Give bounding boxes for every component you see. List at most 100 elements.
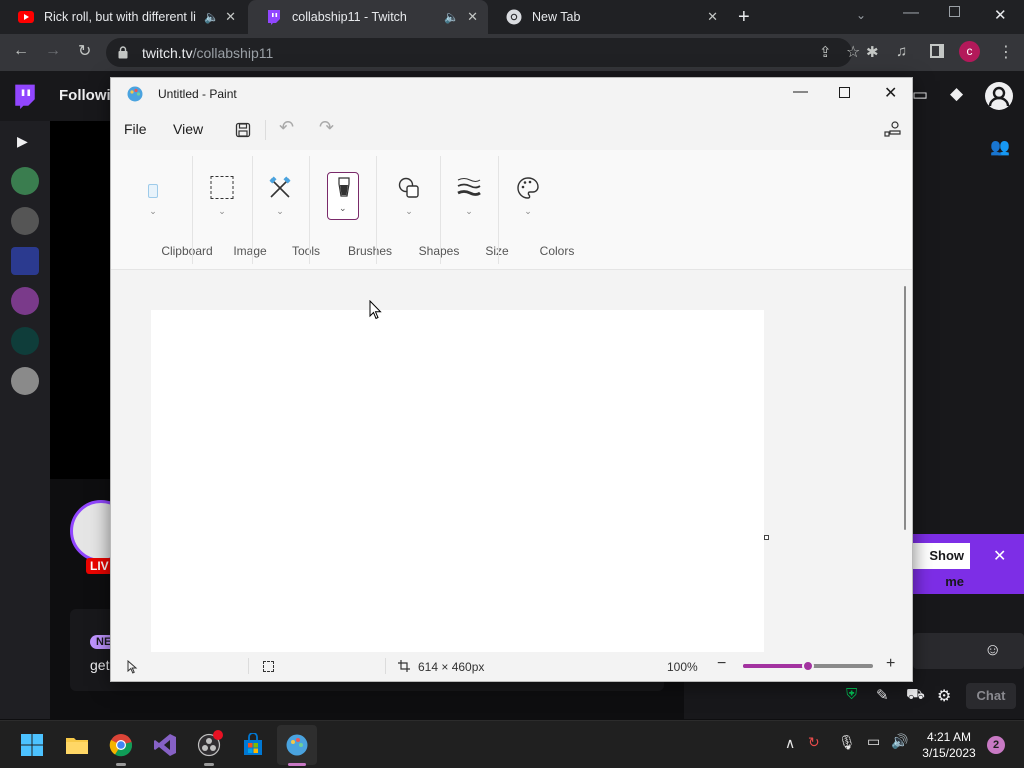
chrome-icon bbox=[506, 9, 522, 25]
profile-avatar[interactable]: c bbox=[959, 41, 980, 62]
paint-minimize-button[interactable]: — bbox=[793, 83, 808, 100]
browser-tab-bar: Rick roll, but with different li 🔈 ✕ col… bbox=[0, 0, 1024, 34]
file-explorer-icon[interactable] bbox=[65, 733, 89, 757]
sync-icon[interactable]: ↻ bbox=[808, 734, 820, 751]
forward-button[interactable]: → bbox=[45, 42, 61, 60]
paint-taskbar-icon[interactable] bbox=[285, 733, 309, 757]
selection-size-icon bbox=[263, 661, 274, 672]
whispers-icon[interactable]: ▭ bbox=[912, 85, 928, 105]
media-control-icon[interactable]: ♫ bbox=[896, 43, 907, 60]
followed-channels-icon[interactable]: ▶ bbox=[17, 133, 28, 150]
network-icon[interactable]: ▭ bbox=[867, 733, 880, 750]
vertical-scrollbar[interactable] bbox=[898, 270, 912, 652]
chat-input[interactable]: ☺ bbox=[913, 633, 1024, 669]
tab-twitch[interactable]: collabship11 - Twitch 🔈 ✕ bbox=[248, 0, 488, 34]
microsoft-store-icon[interactable] bbox=[241, 733, 265, 757]
restore-button[interactable] bbox=[949, 6, 960, 17]
tab-new-tab[interactable]: New Tab ✕ bbox=[488, 0, 728, 34]
close-tab-icon[interactable]: ✕ bbox=[225, 9, 236, 25]
chrome-taskbar-icon[interactable] bbox=[109, 733, 133, 757]
shapes-group[interactable]: ⌄ Shapes bbox=[379, 150, 459, 270]
close-window-button[interactable]: ✕ bbox=[994, 6, 1007, 24]
paint-window: Untitled - Paint — ✕ File View ↶ ↷ ⌄ Cli… bbox=[110, 77, 913, 682]
ribbon-divider bbox=[309, 156, 310, 264]
speaker-icon[interactable]: 🔈 bbox=[444, 10, 459, 24]
channel-avatar[interactable] bbox=[11, 247, 39, 275]
channel-avatar[interactable] bbox=[11, 367, 39, 395]
microphone-icon[interactable]: 🎙 bbox=[838, 734, 856, 751]
zoom-slider-thumb[interactable] bbox=[802, 660, 814, 672]
zoom-slider[interactable] bbox=[743, 660, 873, 672]
windows-taskbar: ∧ ↻ 🎙 ▭ 🔊 4:21 AM 3/15/2023 2 bbox=[0, 720, 1024, 768]
show-me-button[interactable]: Show me bbox=[913, 543, 970, 589]
recording-badge bbox=[213, 730, 223, 740]
channel-avatar[interactable] bbox=[11, 167, 39, 195]
shield-icon[interactable]: ⛨ bbox=[846, 686, 857, 703]
tools-group[interactable]: ⌄ Tools bbox=[254, 150, 320, 270]
tab-search-icon[interactable]: ⌄ bbox=[856, 8, 866, 22]
canvas-area bbox=[111, 270, 912, 652]
back-button[interactable]: ← bbox=[13, 42, 29, 60]
image-group[interactable]: ⌄ Image bbox=[194, 150, 267, 270]
size-group[interactable]: ⌄ Size bbox=[441, 150, 509, 270]
twitch-logo-icon[interactable] bbox=[12, 83, 38, 109]
browser-menu-icon[interactable]: ⋮ bbox=[998, 42, 1014, 62]
show-hidden-icons-chevron[interactable]: ∧ bbox=[785, 735, 795, 752]
reload-button[interactable]: ↻ bbox=[78, 41, 91, 61]
volume-icon[interactable]: 🔊 bbox=[891, 733, 908, 750]
url-path: /collabship11 bbox=[192, 45, 274, 61]
youtube-icon bbox=[18, 11, 34, 23]
video-player[interactable] bbox=[50, 121, 110, 479]
address-bar[interactable]: twitch.tv/collabship11 ⇪ ☆ bbox=[106, 38, 860, 67]
pen-icon[interactable]: ✎ bbox=[876, 686, 889, 704]
canvas-resize-handle[interactable] bbox=[764, 535, 769, 540]
tab-youtube[interactable]: Rick roll, but with different li 🔈 ✕ bbox=[0, 0, 246, 34]
drawing-canvas[interactable] bbox=[151, 310, 764, 652]
paint-close-button[interactable]: ✕ bbox=[884, 83, 897, 103]
chevron-down-icon: ⌄ bbox=[149, 206, 157, 216]
user-avatar[interactable] bbox=[985, 82, 1013, 110]
brushes-group[interactable]: ⌄ Brushes bbox=[314, 150, 392, 270]
channel-avatar[interactable] bbox=[11, 207, 39, 235]
colors-group[interactable]: ⌄ Colors bbox=[499, 150, 574, 270]
clipboard-group[interactable]: ⌄ Clipboard bbox=[119, 150, 213, 270]
bookmark-star-icon[interactable]: ☆ bbox=[846, 42, 860, 62]
canvas-size-text: 614 × 460px bbox=[418, 660, 485, 674]
close-banner-icon[interactable]: ✕ bbox=[993, 546, 1006, 566]
channel-avatar[interactable] bbox=[11, 287, 39, 315]
side-panel-icon[interactable] bbox=[930, 44, 944, 58]
zoom-out-button[interactable]: − bbox=[717, 655, 726, 673]
scrollbar-thumb[interactable] bbox=[904, 286, 906, 530]
cart-icon[interactable]: ⛟ bbox=[906, 686, 925, 705]
emote-icon[interactable]: ☺ bbox=[984, 640, 1001, 660]
file-menu[interactable]: File bbox=[124, 121, 147, 137]
paint-window-title: Untitled - Paint bbox=[158, 87, 237, 101]
close-tab-icon[interactable]: ✕ bbox=[707, 9, 718, 25]
channel-avatar[interactable] bbox=[11, 327, 39, 355]
notification-badge[interactable]: 2 bbox=[987, 736, 1005, 754]
bits-icon[interactable]: ◆ bbox=[950, 84, 963, 104]
chat-button[interactable]: Chat bbox=[966, 683, 1016, 709]
share-icon[interactable]: ⇪ bbox=[819, 43, 832, 61]
redo-icon[interactable]: ↷ bbox=[319, 117, 334, 138]
undo-icon[interactable]: ↶ bbox=[279, 117, 294, 138]
speaker-icon[interactable]: 🔈 bbox=[204, 10, 219, 24]
lock-icon bbox=[118, 46, 128, 59]
view-menu[interactable]: View bbox=[173, 121, 203, 137]
extensions-icon[interactable]: ✱ bbox=[866, 43, 879, 61]
clock[interactable]: 4:21 AM 3/15/2023 bbox=[920, 729, 978, 761]
close-tab-icon[interactable]: ✕ bbox=[467, 9, 478, 25]
windows-start-icon[interactable] bbox=[20, 733, 44, 757]
save-icon[interactable] bbox=[235, 122, 251, 138]
account-settings-icon[interactable] bbox=[884, 120, 902, 138]
zoom-percentage[interactable]: 100% bbox=[667, 660, 698, 674]
zoom-in-button[interactable]: + bbox=[886, 655, 895, 673]
minimize-button[interactable]: — bbox=[903, 4, 919, 22]
visual-studio-icon[interactable] bbox=[153, 733, 177, 757]
paint-title-bar: Untitled - Paint — ✕ bbox=[111, 78, 912, 110]
new-tab-button[interactable]: + bbox=[738, 6, 750, 29]
paint-maximize-button[interactable] bbox=[839, 87, 850, 98]
chevron-down-icon: ⌄ bbox=[218, 206, 226, 216]
settings-gear-icon[interactable]: ⚙ bbox=[937, 686, 951, 706]
community-icon[interactable]: 👥 bbox=[990, 137, 1010, 157]
